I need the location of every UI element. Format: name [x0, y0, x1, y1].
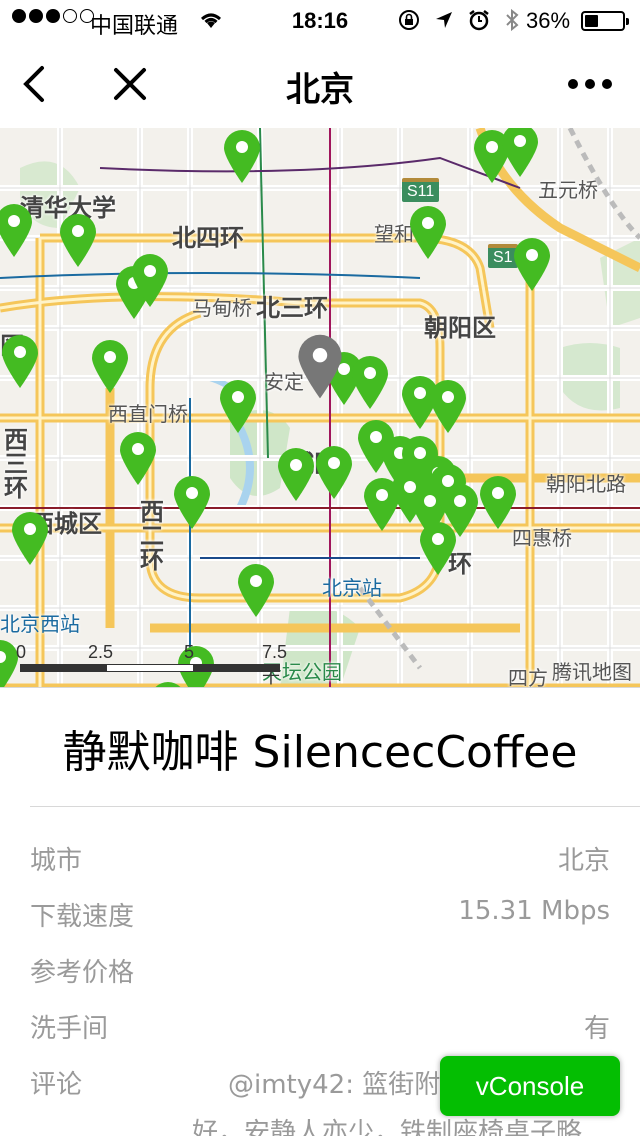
alarm-icon: [469, 10, 489, 31]
map-label-chaoyangbeilu: 朝阳北路: [546, 472, 626, 496]
map-pin-icon[interactable]: [0, 202, 34, 258]
map-label-chaoyang: 朝阳区: [424, 314, 496, 342]
location-arrow-icon: [436, 12, 452, 28]
map-pin-icon[interactable]: [314, 444, 354, 500]
vconsole-button[interactable]: vConsole: [440, 1056, 620, 1116]
page-title: 北京: [286, 70, 354, 110]
speed-value: 15.31 Mbps: [458, 896, 610, 926]
map-pin-icon[interactable]: [512, 236, 552, 292]
status-icons: [398, 8, 520, 32]
map-label-beijingzhan: 北京站: [322, 576, 382, 600]
scale-bar: [20, 664, 280, 672]
rotation-lock-icon: [399, 10, 419, 30]
status-bar: 中国联通 18:16 36%: [0, 0, 640, 40]
detail-row-price: 参考价格: [30, 952, 610, 992]
battery-level: [585, 15, 598, 27]
map-label-beijingxizhan: 北京西站: [0, 612, 80, 636]
map-label-xizhimenqiao: 西直门桥: [108, 402, 188, 426]
selected-location-pin-icon[interactable]: [296, 332, 344, 400]
map-label-sifang: 四方: [508, 666, 548, 688]
map-label-west2: 西 二 环: [140, 498, 164, 574]
restroom-value: 有: [583, 1014, 610, 1044]
map-watermark: 腾讯地图: [552, 660, 632, 684]
map-pin-icon[interactable]: [350, 354, 390, 410]
map-pin-icon[interactable]: [418, 520, 458, 576]
navigation-bar: 北京: [0, 40, 640, 128]
map-pin-icon[interactable]: [222, 128, 262, 184]
map-pin-icon[interactable]: [118, 430, 158, 486]
scale-tick-1: 2.5: [88, 642, 114, 662]
map-pin-icon[interactable]: [478, 474, 518, 530]
restroom-label: 洗手间: [30, 1014, 109, 1044]
map-pin-icon[interactable]: [408, 204, 448, 260]
more-options-icon[interactable]: [562, 70, 618, 98]
battery-icon: [581, 11, 629, 31]
comment-label: 评论: [30, 1070, 83, 1100]
map-pin-icon[interactable]: [148, 680, 188, 687]
map-scale: 0 2.5 5 7.5 千米: [16, 642, 287, 687]
map-pin-icon[interactable]: [236, 562, 276, 618]
map-label-west3: 西 三 环: [4, 426, 28, 502]
divider: [30, 806, 640, 807]
map-pin-icon[interactable]: [276, 446, 316, 502]
price-label: 参考价格: [30, 958, 135, 988]
comment-value: @imty42: 篮街附: [228, 1070, 441, 1100]
map-label-wuyuanqiao: 五元桥: [538, 178, 598, 202]
battery-percentage: 36%: [526, 8, 571, 33]
map-label-north4: 北四环: [172, 224, 244, 252]
map-pin-icon[interactable]: [428, 378, 468, 434]
map-label-madianqiao: 马甸桥: [192, 296, 252, 320]
map-pin-icon[interactable]: [58, 212, 98, 268]
scale-tick-2: 5: [184, 642, 195, 662]
map-pin-icon[interactable]: [90, 338, 130, 394]
city-label: 城市: [30, 846, 83, 876]
city-value: 北京: [557, 846, 610, 876]
venue-name: 静默咖啡 SilencecCoffee: [62, 727, 578, 778]
highway-shield-s11: S11: [402, 178, 440, 202]
map-pin-icon[interactable]: [10, 510, 50, 566]
map-label-sihuiqiao: 四惠桥: [512, 526, 572, 550]
map-pin-icon[interactable]: [172, 474, 212, 530]
map-pin-icon[interactable]: [0, 333, 40, 389]
scale-tick-0: 0: [16, 642, 27, 662]
map-label-north3: 北三环: [256, 294, 328, 322]
detail-row-restroom: 洗手间 有: [30, 1008, 610, 1048]
detail-row-speed: 下载速度 15.31 Mbps: [30, 896, 610, 936]
speed-label: 下载速度: [30, 902, 135, 932]
map-pin-icon[interactable]: [218, 378, 258, 434]
bluetooth-icon: [506, 8, 519, 32]
map-pin-icon[interactable]: [130, 252, 170, 308]
map-pin-icon[interactable]: [500, 128, 540, 178]
map-view[interactable]: 清华大学 北四环 望和 五元桥 马甸桥 北三环 朝阳区 区 安定 西直门桥 西 …: [0, 128, 640, 688]
detail-row-city: 城市 北京: [30, 840, 610, 880]
